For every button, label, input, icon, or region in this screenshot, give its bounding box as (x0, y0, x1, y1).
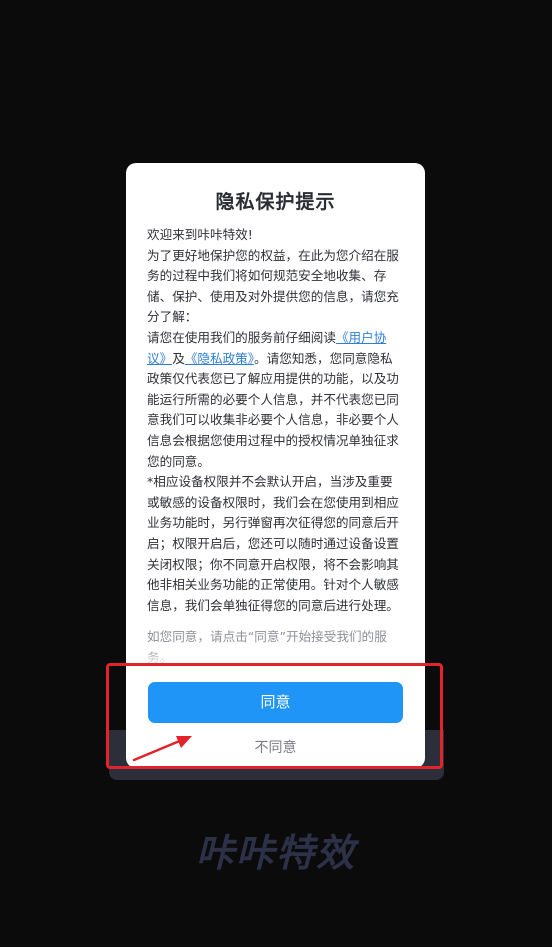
permission-text: *相应设备权限并不会默认开启，当涉及重要或敏感的设备权限时，我们会在您使用到相应… (147, 474, 399, 613)
scroll-fade (126, 647, 425, 669)
policy-paragraph: 请您在使用我们的服务前仔细阅读《用户协议》及《隐私政策》。请您知悉，您同意隐私政… (147, 328, 405, 472)
and-text: 及 (172, 350, 185, 366)
annotation-arrow-icon (132, 736, 192, 762)
welcome-text: 欢迎来到咔咔特效! (147, 227, 253, 242)
privacy-dialog: 隐私保护提示 欢迎来到咔咔特效! 为了更好地保护您的权益，在此为您介绍在服务的过… (126, 163, 425, 768)
policy-prefix: 请您在使用我们的服务前仔细阅读 (147, 329, 336, 345)
agree-button[interactable]: 同意 (148, 682, 403, 723)
privacy-policy-link[interactable]: 《隐私政策》 (185, 351, 254, 366)
intro-text: 为了更好地保护您的权益，在此为您介绍在服务的过程中我们将如何规范安全地收集、存储… (147, 247, 399, 325)
dialog-title: 隐私保护提示 (215, 191, 336, 213)
privacy-text-scroll[interactable]: 欢迎来到咔咔特效! 为了更好地保护您的权益，在此为您介绍在服务的过程中我们将如何… (147, 225, 405, 665)
brand-logo: 咔咔特效 (195, 831, 356, 875)
policy-suffix: 。请您知悉，您同意隐私政策仅代表您已了解应用提供的功能，以及功能运行所需的必要个… (147, 350, 399, 469)
